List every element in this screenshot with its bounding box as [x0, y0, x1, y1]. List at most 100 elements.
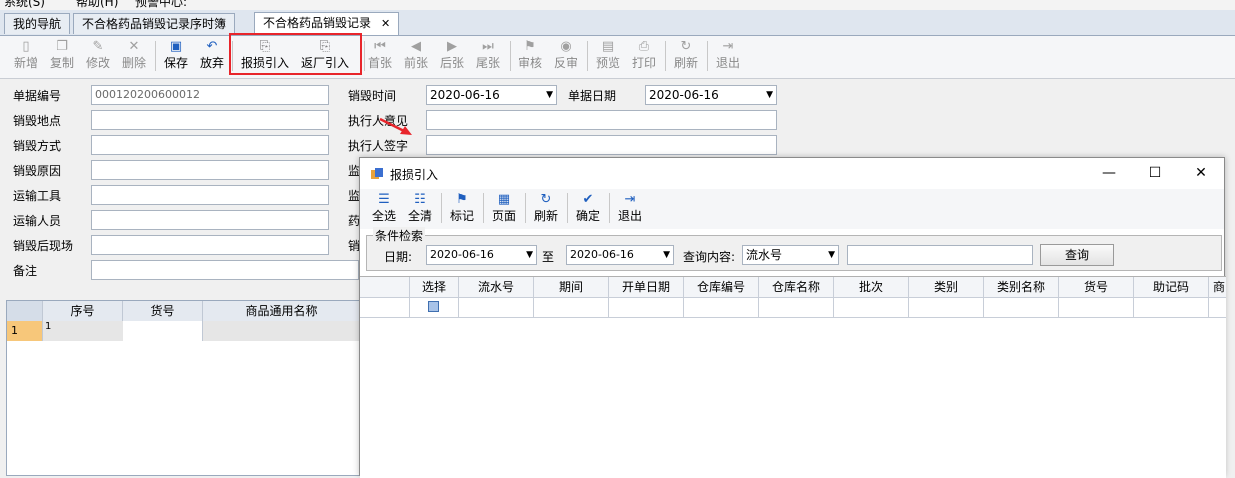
button-label: 首张	[367, 56, 392, 70]
date-to-value: 2020-06-16	[570, 248, 634, 261]
new-button[interactable]: ▯ 新增	[8, 38, 44, 74]
seq-cell[interactable]: 1	[43, 321, 123, 341]
button-label: 复制	[49, 56, 74, 70]
exit-button[interactable]: ⇥ 退出	[710, 38, 746, 74]
table-row[interactable]: 1	[7, 321, 365, 341]
discard-button[interactable]: ↶ 放弃	[194, 38, 230, 74]
refresh-button[interactable]: ↻ 刷新	[668, 38, 704, 74]
remark-label: 备注	[13, 264, 38, 278]
column-header[interactable]: 助记码	[1134, 277, 1209, 297]
select-all-button[interactable]: ☰ 全选	[367, 191, 401, 227]
last-icon: ⏭	[482, 39, 494, 54]
audit-button[interactable]: ⚑ 审核	[512, 38, 548, 74]
modify-button[interactable]: ✎ 修改	[80, 38, 116, 74]
item-no-cell[interactable]	[123, 321, 203, 341]
preview-button[interactable]: ▤ 预览	[590, 38, 626, 74]
column-header[interactable]: 序号	[43, 301, 123, 321]
menu-item-help[interactable]: 帮助(H)	[76, 0, 118, 10]
column-header[interactable]: 类别	[909, 277, 984, 297]
delete-button[interactable]: ✕ 删除	[116, 38, 152, 74]
select-cell[interactable]	[410, 297, 459, 317]
menu-item-system[interactable]: 系统(S)	[4, 0, 45, 10]
mark-button[interactable]: ⚑ 标记	[445, 191, 479, 227]
executor-opinion-field[interactable]	[426, 110, 777, 130]
refresh-button[interactable]: ↻ 刷新	[529, 191, 563, 227]
column-header[interactable]: 货号	[123, 301, 203, 321]
table-cell[interactable]	[984, 297, 1059, 317]
first-record-button[interactable]: ⏮ 首张	[362, 38, 398, 74]
remark-field[interactable]	[91, 260, 359, 280]
table-cell[interactable]	[759, 297, 834, 317]
unaudit-button[interactable]: ◉ 反审	[548, 38, 584, 74]
tab-destroy-record-journal[interactable]: 不合格药品销毁记录序时簿	[73, 13, 236, 34]
select-checkbox[interactable]	[428, 301, 439, 312]
table-cell[interactable]	[459, 297, 534, 317]
minimize-button[interactable]: —	[1099, 163, 1119, 183]
column-header[interactable]: 仓库编号	[684, 277, 759, 297]
confirm-button[interactable]: ✔ 确定	[571, 191, 605, 227]
menu-item-alert-center[interactable]: 预警中心:	[135, 0, 187, 10]
close-icon[interactable]: ✕	[381, 17, 390, 30]
date-from-picker[interactable]: 2020-06-16 ▼	[426, 245, 537, 265]
next-record-button[interactable]: ▶ 后张	[434, 38, 470, 74]
destroy-time-label: 销毁时间	[348, 89, 397, 103]
page-button[interactable]: ▦ 页面	[487, 191, 521, 227]
grid-header: 序号 货号 商品通用名称	[7, 301, 365, 322]
column-header[interactable]: 仓库名称	[759, 277, 834, 297]
chevron-down-icon: ▼	[663, 250, 670, 260]
column-header[interactable]: 开单日期	[609, 277, 684, 297]
toolbar-separator	[525, 193, 526, 223]
column-header[interactable]: 流水号	[459, 277, 534, 297]
method-field[interactable]	[91, 135, 329, 155]
table-cell[interactable]	[1059, 297, 1134, 317]
column-header[interactable]: 商品通用名称	[203, 301, 361, 321]
copy-button[interactable]: ❐ 复制	[44, 38, 80, 74]
query-field-select[interactable]: 流水号 ▼	[742, 245, 839, 265]
column-header[interactable]: 类别名称	[984, 277, 1059, 297]
close-button[interactable]: ✕	[1191, 163, 1211, 183]
tab-label: 我的导航	[13, 17, 62, 31]
table-cell[interactable]	[534, 297, 609, 317]
clear-all-button[interactable]: ☷ 全清	[403, 191, 437, 227]
executor-sign-field[interactable]	[426, 135, 777, 155]
tab-my-navigation[interactable]: 我的导航	[4, 13, 71, 34]
after-scene-field[interactable]	[91, 235, 329, 255]
print-button[interactable]: ⎙ 打印	[626, 38, 662, 74]
column-header[interactable]: 批次	[834, 277, 909, 297]
column-header[interactable]: 选择	[410, 277, 459, 297]
exit-button[interactable]: ⇥ 退出	[613, 191, 647, 227]
dialog-titlebar[interactable]: 报损引入 — ☐ ✕	[360, 158, 1224, 189]
tab-destroy-record[interactable]: 不合格药品销毁记录 ✕	[254, 12, 400, 35]
transport-person-field[interactable]	[91, 210, 329, 230]
reason-field[interactable]	[91, 160, 329, 180]
toolbar-separator	[510, 41, 511, 71]
column-header[interactable]: 期间	[534, 277, 609, 297]
doc-no-field[interactable]: 000120200600012	[91, 85, 329, 105]
tab-bar: 我的导航 不合格药品销毁记录序时簿 不合格药品销毁记录 ✕	[0, 10, 1235, 36]
refresh-icon: ↻	[680, 39, 692, 54]
table-row[interactable]	[360, 297, 1226, 318]
last-record-button[interactable]: ⏭ 尾张	[470, 38, 506, 74]
destroy-time-picker[interactable]: 2020-06-16 ▼	[426, 85, 557, 105]
table-cell[interactable]	[834, 297, 909, 317]
date-to-picker[interactable]: 2020-06-16 ▼	[566, 245, 674, 265]
column-header[interactable]: 商	[1209, 277, 1226, 297]
row-number-cell[interactable]: 1	[7, 321, 43, 341]
table-cell[interactable]	[909, 297, 984, 317]
table-cell[interactable]	[1134, 297, 1209, 317]
transport-tool-label: 运输工具	[13, 189, 62, 203]
place-field[interactable]	[91, 110, 329, 130]
table-cell[interactable]	[609, 297, 684, 317]
query-value-input[interactable]	[847, 245, 1033, 265]
maximize-button[interactable]: ☐	[1145, 163, 1165, 183]
doc-date-picker[interactable]: 2020-06-16 ▼	[645, 85, 777, 105]
grid-corner[interactable]	[7, 301, 43, 321]
doc-no-label: 单据编号	[13, 89, 62, 103]
button-label: 打印	[631, 56, 656, 70]
save-button[interactable]: ▣ 保存	[158, 38, 194, 74]
transport-tool-field[interactable]	[91, 185, 329, 205]
query-button[interactable]: 查询	[1040, 244, 1114, 266]
table-cell[interactable]	[684, 297, 759, 317]
prev-record-button[interactable]: ◀ 前张	[398, 38, 434, 74]
column-header[interactable]: 货号	[1059, 277, 1134, 297]
